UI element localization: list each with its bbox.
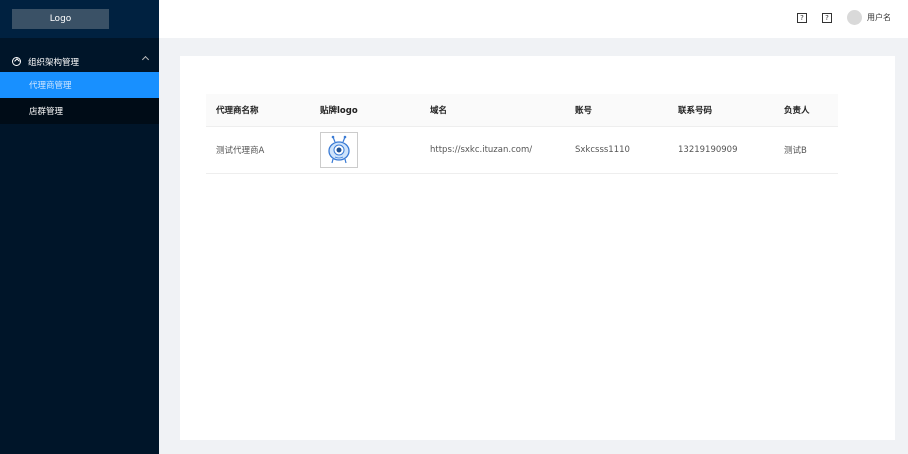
column-header: 代理商名称 xyxy=(216,106,259,116)
header-actions: ? ? 用户名 xyxy=(797,10,891,25)
help-icon[interactable]: ? xyxy=(822,12,832,23)
cell-agent-name: 测试代理商A xyxy=(216,146,265,156)
top-header: ? ? 用户名 xyxy=(159,0,908,38)
submenu: 代理商管理 店群管理 xyxy=(0,72,159,124)
cell-logo xyxy=(312,132,421,168)
cell-phone: 13219190909 xyxy=(678,145,738,155)
table-row[interactable]: 测试代理商A https://sxkc.ituzan.com/ Sxkcsss1… xyxy=(206,127,838,174)
sidebar-item-label: 代理商管理 xyxy=(29,81,72,91)
column-header: 联系号码 xyxy=(678,106,713,116)
cell-account: Sxkcsss1110 xyxy=(575,145,630,155)
help-icon[interactable]: ? xyxy=(797,12,807,23)
logo[interactable]: Logo xyxy=(12,9,109,29)
sidebar-item-label: 店群管理 xyxy=(29,107,64,117)
menu-group-label: 组织架构管理 xyxy=(28,57,80,68)
cell-domain: https://sxkc.ituzan.com/ xyxy=(430,145,533,155)
column-header: 域名 xyxy=(430,106,448,116)
org-structure-icon xyxy=(12,57,21,66)
sidebar-item-agent-management[interactable]: 代理商管理 xyxy=(0,72,159,98)
sidebar: Logo 组织架构管理 代理商管理 店群管理 xyxy=(0,0,159,454)
column-header: 负责人 xyxy=(784,106,810,116)
table-header: 代理商名称 贴牌logo 域名 账号 联系号码 负责人 xyxy=(206,94,838,127)
menu-group-org: 组织架构管理 代理商管理 店群管理 xyxy=(0,51,159,124)
avatar[interactable] xyxy=(847,10,862,25)
logo-area: Logo xyxy=(0,0,159,38)
cell-owner: 测试B xyxy=(784,146,807,156)
column-header: 账号 xyxy=(575,106,593,116)
username[interactable]: 用户名 xyxy=(867,12,891,23)
content-card: 代理商名称 贴牌logo 域名 账号 联系号码 负责人 测试代理商A https… xyxy=(180,56,895,440)
alien-mascot-icon xyxy=(320,132,358,168)
sidebar-item-store-group-management[interactable]: 店群管理 xyxy=(0,98,159,124)
menu-group-title[interactable]: 组织架构管理 xyxy=(0,51,159,72)
agent-table: 代理商名称 贴牌logo 域名 账号 联系号码 负责人 测试代理商A https… xyxy=(206,94,838,174)
chevron-up-icon xyxy=(141,55,150,64)
column-header: 贴牌logo xyxy=(320,106,358,116)
